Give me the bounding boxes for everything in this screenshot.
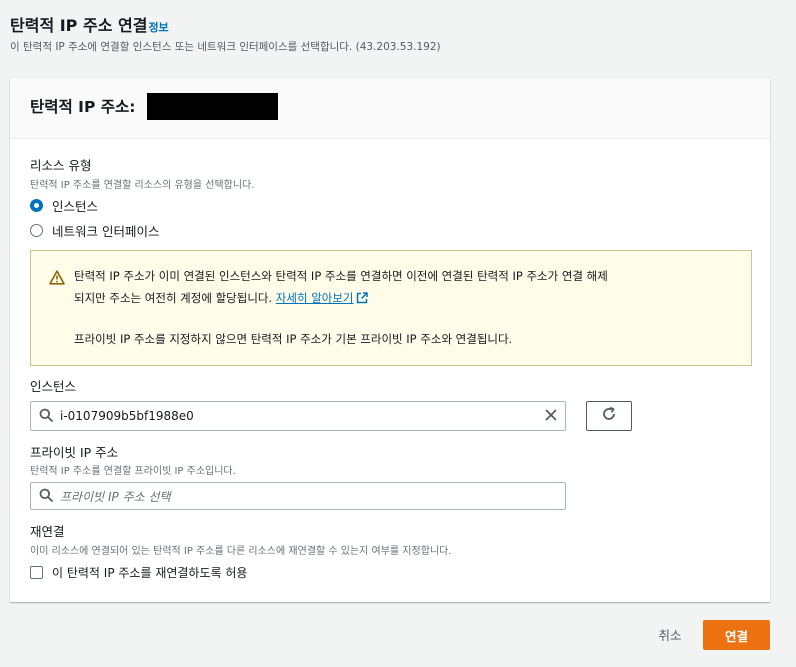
instance-value: i-0107909b5bf1988e0 xyxy=(60,409,194,423)
reassociation-description: 이미 리소스에 연결되어 있는 탄력적 IP 주소를 다른 리소스에 재연결할 … xyxy=(30,546,452,557)
panel-header: 탄력적 IP 주소: xyxy=(10,78,770,139)
cancel-button[interactable]: 취소 xyxy=(646,620,694,648)
radio-instance-label: 인스턴스 xyxy=(52,199,99,214)
search-icon xyxy=(39,407,53,426)
page-title: 탄력적 IP 주소 연결 xyxy=(10,16,148,35)
resource-type-label: 리소스 유형 xyxy=(30,158,92,173)
search-icon xyxy=(39,487,53,506)
private-ip-label: 프라이빗 IP 주소 xyxy=(30,445,119,460)
redacted-ip-address xyxy=(147,93,278,120)
resource-type-description: 탄력적 IP 주소를 연결할 리소스의 유형을 선택합니다. xyxy=(30,180,255,191)
private-ip-description: 탄력적 IP 주소를 연결할 프라이빗 IP 주소입니다. xyxy=(30,466,236,477)
learn-more-link[interactable]: 자세히 알아보기 xyxy=(276,291,354,305)
private-ip-placeholder: 프라이빗 IP 주소 선택 xyxy=(60,489,171,504)
refresh-button[interactable] xyxy=(586,401,632,431)
radio-instance-control[interactable] xyxy=(30,199,43,212)
page-header: 탄력적 IP 주소 연결정보 xyxy=(10,12,169,36)
allow-reassociation-checkbox[interactable] xyxy=(30,566,43,579)
instance-label: 인스턴스 xyxy=(30,379,77,394)
warning-alert: 탄력적 IP 주소가 이미 연결된 인스턴스와 탄력적 IP 주소를 연결하면 … xyxy=(30,250,752,366)
warning-icon xyxy=(49,270,65,289)
instance-search-input[interactable]: i-0107909b5bf1988e0 xyxy=(30,401,566,431)
radio-network-interface[interactable]: 네트워크 인터페이스 xyxy=(30,221,159,240)
alert-text-line2-prefix: 되지만 주소는 여전히 계정에 할당됩니다. xyxy=(74,291,276,305)
associate-button[interactable]: 연결 xyxy=(703,620,770,650)
external-link-icon[interactable] xyxy=(356,292,368,307)
refresh-icon xyxy=(601,406,617,426)
info-link[interactable]: 정보 xyxy=(148,21,168,34)
allow-reassociation-label: 이 탄력적 IP 주소를 재연결하도록 허용 xyxy=(52,566,248,580)
alert-text-line1: 탄력적 IP 주소가 이미 연결된 인스턴스와 탄력적 IP 주소를 연결하면 … xyxy=(74,269,608,283)
clear-icon[interactable] xyxy=(544,407,558,426)
alert-text-line2: 되지만 주소는 여전히 계정에 할당됩니다. 자세히 알아보기 xyxy=(74,290,368,307)
reassociation-label: 재연결 xyxy=(30,524,65,539)
alert-text-line3: 프라이빗 IP 주소를 지정하지 않으면 탄력적 IP 주소가 기본 프라이빗 … xyxy=(74,332,513,346)
radio-network-interface-label: 네트워크 인터페이스 xyxy=(52,224,160,239)
radio-network-interface-control[interactable] xyxy=(30,224,43,237)
radio-instance[interactable]: 인스턴스 xyxy=(30,196,98,215)
private-ip-select[interactable]: 프라이빗 IP 주소 선택 xyxy=(30,482,566,510)
allow-reassociation-checkbox-row[interactable]: 이 탄력적 IP 주소를 재연결하도록 허용 xyxy=(30,564,247,581)
association-panel: 탄력적 IP 주소: 리소스 유형 탄력적 IP 주소를 연결할 리소스의 유형… xyxy=(10,78,770,602)
page-description: 이 탄력적 IP 주소에 연결할 인스턴스 또는 네트워크 인터페이스를 선택합… xyxy=(10,41,441,53)
panel-title: 탄력적 IP 주소: xyxy=(30,98,136,116)
